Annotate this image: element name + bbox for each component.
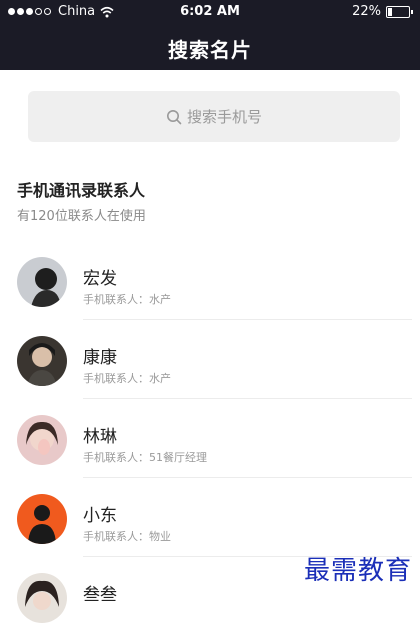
battery-status: 22%	[352, 4, 413, 19]
contact-detail: 手机联系人：水产	[83, 372, 171, 385]
avatar	[17, 257, 67, 307]
contact-row[interactable]: 小东 手机联系人：物业	[0, 478, 420, 557]
section-title: 手机通讯录联系人	[17, 181, 146, 200]
contact-row[interactable]: 康康 手机联系人：水产	[0, 320, 420, 399]
avatar	[17, 415, 67, 465]
contact-row[interactable]: 宏发 手机联系人：水产	[0, 241, 420, 320]
search-icon	[166, 109, 182, 124]
battery-tip	[411, 9, 413, 14]
status-bar: China 6:02 AM 22%	[0, 0, 420, 24]
page-title: 搜索名片	[168, 38, 252, 62]
contact-name: 林琳	[83, 427, 117, 447]
search-placeholder: 搜索手机号	[186, 108, 262, 126]
contact-name: 叁叁	[83, 585, 117, 605]
contact-detail: 手机联系人：51餐厅经理	[83, 451, 207, 464]
contact-row[interactable]: 林琳 手机联系人：51餐厅经理	[0, 399, 420, 478]
avatar	[17, 494, 67, 544]
battery-fill	[388, 7, 392, 16]
contact-detail: 手机联系人：水产	[83, 293, 171, 306]
contact-detail: 手机联系人：物业	[83, 530, 171, 543]
search-input[interactable]: 搜索手机号	[28, 91, 400, 142]
contact-name: 小东	[83, 506, 117, 526]
contact-name: 康康	[83, 348, 117, 368]
battery-icon	[386, 5, 413, 18]
section-subtitle: 有120位联系人在使用	[17, 209, 146, 224]
watermark-logo: 最需教育	[303, 556, 412, 586]
contact-name: 宏发	[83, 269, 117, 289]
avatar	[17, 336, 67, 386]
battery-percent: 22%	[352, 4, 381, 19]
avatar	[17, 573, 67, 623]
nav-bar: 搜索名片	[0, 24, 420, 70]
